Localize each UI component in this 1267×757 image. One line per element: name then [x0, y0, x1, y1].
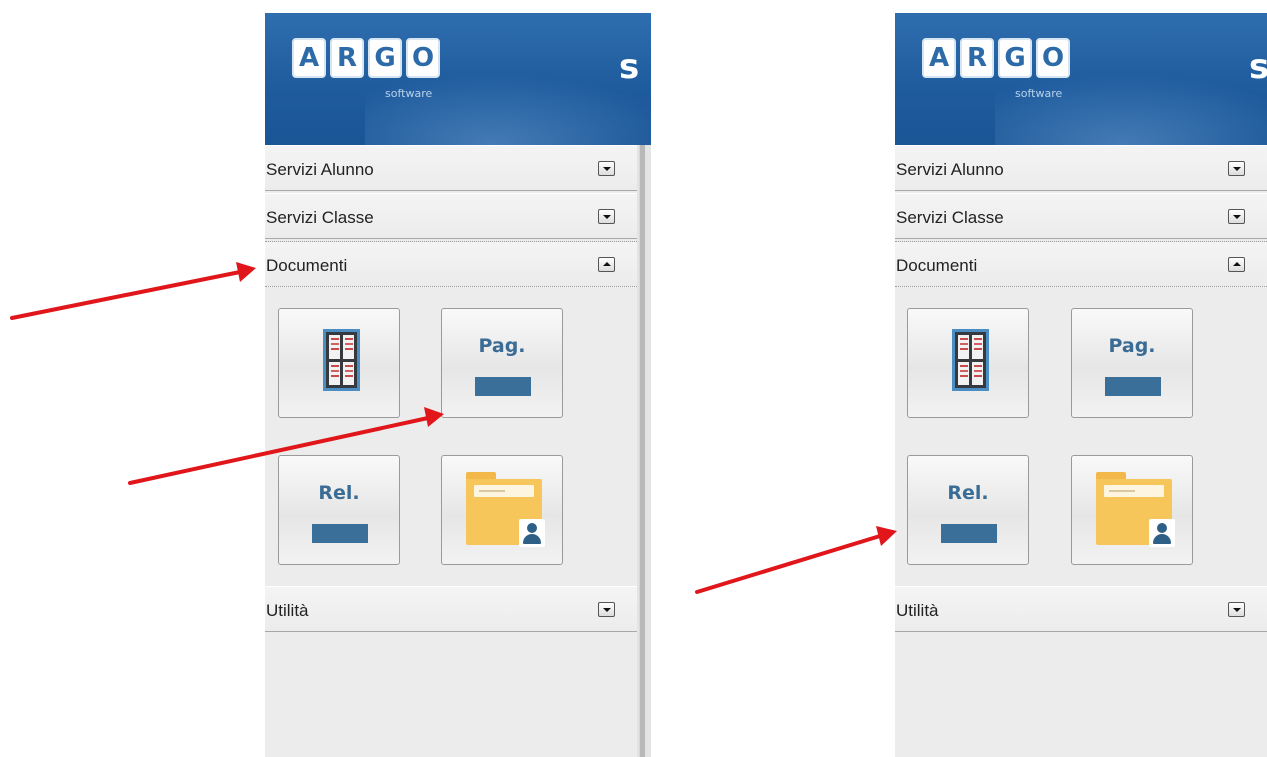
- arrow-to-pag-tile: [128, 407, 444, 485]
- arrow-to-documenti: [10, 262, 256, 320]
- annotation-arrows: [10, 262, 897, 594]
- arrow-to-rel-tile: [695, 526, 897, 594]
